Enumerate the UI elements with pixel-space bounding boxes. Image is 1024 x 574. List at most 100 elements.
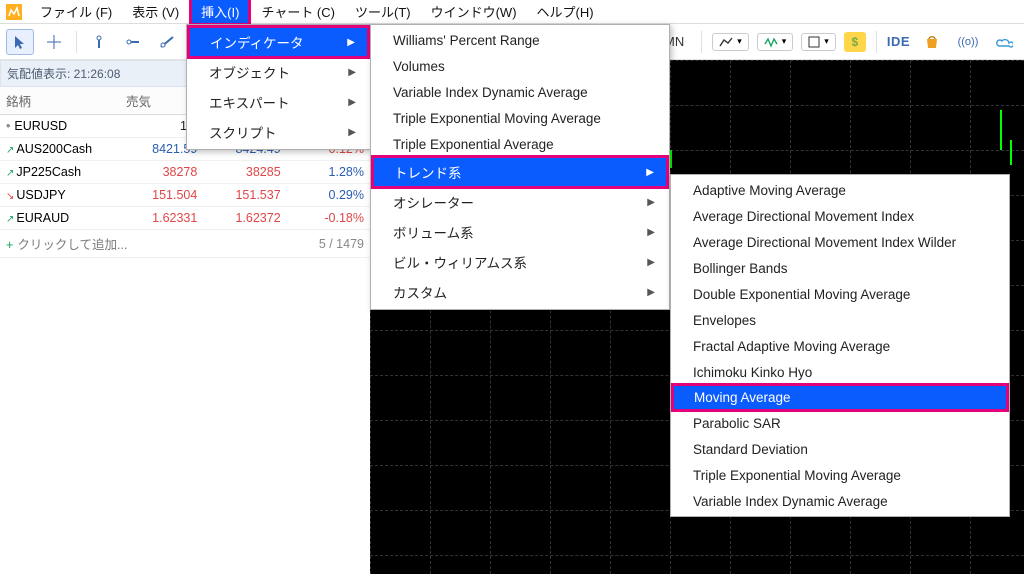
submenu-item[interactable]: ビル・ウィリアムス系 ▶: [371, 247, 669, 277]
submenu-item-label: Moving Average: [694, 390, 791, 405]
submenu-item[interactable]: Triple Exponential Moving Average: [671, 462, 1009, 488]
menu-item[interactable]: ファイル (F): [30, 0, 122, 24]
submenu-item-label: Ichimoku Kinko Hyo: [693, 365, 812, 380]
submenu-item[interactable]: カスタム ▶: [371, 277, 669, 307]
submenu-item[interactable]: スクリプト ▶: [187, 117, 370, 147]
market-icon[interactable]: [918, 29, 946, 55]
submenu-item-label: Standard Deviation: [693, 442, 808, 457]
submenu-item-label: オブジェクト: [209, 62, 290, 82]
chevron-right-icon: ▶: [348, 67, 356, 78]
chevron-right-icon: ▶: [348, 97, 356, 108]
crosshair-icon[interactable]: [40, 29, 68, 55]
submenu-item-label: Average Directional Movement Index: [693, 209, 914, 224]
submenu-item[interactable]: Triple Exponential Average: [371, 131, 669, 157]
submenu-item[interactable]: Double Exponential Moving Average: [671, 281, 1009, 307]
insert-submenu: インディケータ ▶ オブジェクト ▶ エキスパート ▶ スクリプト ▶: [186, 24, 371, 150]
submenu-item-label: Fractal Adaptive Moving Average: [693, 339, 890, 354]
chevron-right-icon: ▶: [647, 197, 655, 208]
submenu-item[interactable]: インディケータ ▶: [187, 25, 370, 59]
submenu-item[interactable]: Envelopes: [671, 307, 1009, 333]
hline-icon[interactable]: [119, 29, 147, 55]
line-chart-icon[interactable]: ▾: [712, 33, 749, 51]
submenu-item-label: Triple Exponential Average: [393, 137, 554, 152]
submenu-item-label: オシレーター: [393, 192, 474, 212]
chevron-right-icon: ▶: [646, 167, 654, 178]
submenu-item[interactable]: Variable Index Dynamic Average: [371, 79, 669, 105]
chevron-right-icon: ▶: [647, 227, 655, 238]
chevron-right-icon: ▶: [647, 257, 655, 268]
table-row[interactable]: ↗JP225Cash38278382851.28%: [0, 161, 370, 184]
menu-item[interactable]: ウインドウ(W): [421, 0, 527, 24]
submenu-item-label: Volumes: [393, 59, 445, 74]
template-icon[interactable]: ▾: [801, 33, 836, 51]
submenu-item[interactable]: Williams' Percent Range: [371, 27, 669, 53]
chevron-right-icon: ▶: [647, 287, 655, 298]
table-header[interactable]: 銘柄: [0, 87, 120, 115]
submenu-item-label: スクリプト: [209, 122, 277, 142]
submenu-item[interactable]: Triple Exponential Moving Average: [371, 105, 669, 131]
arrow-down-icon: ↘: [6, 191, 14, 202]
trendline-icon[interactable]: [153, 29, 181, 55]
indicator-submenu: Williams' Percent Range Volumes Variable I…: [370, 24, 670, 310]
menu-item[interactable]: 表示 (V): [122, 0, 189, 24]
table-row[interactable]: ↘USDJPY151.504151.5370.29%: [0, 184, 370, 207]
submenu-item-label: Adaptive Moving Average: [693, 183, 846, 198]
submenu-item-label: ビル・ウィリアムス系: [393, 252, 527, 272]
menu-item[interactable]: チャート (C): [251, 0, 345, 24]
arrow-up-icon: ↗: [6, 214, 14, 225]
arrow-up-icon: ↗: [6, 168, 14, 179]
submenu-item-label: Variable Index Dynamic Average: [393, 85, 588, 100]
submenu-item[interactable]: オシレーター ▶: [371, 187, 669, 217]
submenu-item-label: Parabolic SAR: [693, 416, 781, 431]
menu-item[interactable]: ヘルプ(H): [527, 0, 604, 24]
chevron-right-icon: ▶: [348, 127, 356, 138]
submenu-item[interactable]: Adaptive Moving Average: [671, 177, 1009, 203]
ide-button[interactable]: IDE: [887, 34, 910, 49]
submenu-item[interactable]: Volumes: [371, 53, 669, 79]
add-symbol-row[interactable]: +クリックして追加...5 / 1479: [0, 230, 370, 258]
signal-icon[interactable]: ((o)): [954, 29, 982, 55]
submenu-item-label: カスタム: [393, 282, 447, 302]
submenu-item-label: エキスパート: [209, 92, 290, 112]
toolbar-separator: [876, 31, 877, 53]
dollar-icon[interactable]: $: [844, 32, 866, 52]
table-row[interactable]: ↗EURAUD1.623311.62372-0.18%: [0, 207, 370, 230]
submenu-item-label: Envelopes: [693, 313, 756, 328]
app-logo-icon: [6, 4, 22, 20]
submenu-item-label: Triple Exponential Moving Average: [693, 468, 901, 483]
cursor-icon[interactable]: [6, 29, 34, 55]
submenu-item[interactable]: Variable Index Dynamic Average: [671, 488, 1009, 514]
chevron-right-icon: ▶: [347, 37, 355, 48]
submenu-item-label: インディケータ: [210, 32, 304, 52]
cloud-icon[interactable]: [990, 29, 1018, 55]
plus-icon: +: [6, 238, 13, 252]
submenu-item[interactable]: Average Directional Movement Index Wilde…: [671, 229, 1009, 255]
vline-icon[interactable]: [85, 29, 113, 55]
submenu-item-label: Triple Exponential Moving Average: [393, 111, 601, 126]
arrow-up-icon: ↗: [6, 145, 14, 156]
menubar: ファイル (F)表示 (V)挿入(I)チャート (C)ツール(T)ウインドウ(W…: [0, 0, 1024, 24]
submenu-item-label: Bollinger Bands: [693, 261, 788, 276]
menu-item[interactable]: 挿入(I): [189, 0, 251, 26]
submenu-item-label: Double Exponential Moving Average: [693, 287, 910, 302]
menu-item[interactable]: ツール(T): [345, 0, 421, 24]
submenu-item-label: ボリューム系: [393, 222, 474, 242]
submenu-item[interactable]: Standard Deviation: [671, 436, 1009, 462]
submenu-item[interactable]: Parabolic SAR: [671, 410, 1009, 436]
submenu-item[interactable]: Moving Average: [671, 383, 1009, 412]
submenu-item-label: トレンド系: [394, 162, 462, 182]
toolbar-separator: [76, 31, 77, 53]
submenu-item[interactable]: ボリューム系 ▶: [371, 217, 669, 247]
submenu-item[interactable]: エキスパート ▶: [187, 87, 370, 117]
submenu-item[interactable]: オブジェクト ▶: [187, 57, 370, 87]
submenu-item[interactable]: Fractal Adaptive Moving Average: [671, 333, 1009, 359]
indicator-icon[interactable]: ▾: [757, 33, 794, 51]
submenu-item[interactable]: Average Directional Movement Index: [671, 203, 1009, 229]
submenu-item-label: Average Directional Movement Index Wilde…: [693, 235, 956, 250]
trend-submenu: Adaptive Moving Average Average Direction…: [670, 174, 1010, 517]
dot-icon: •: [6, 119, 10, 133]
submenu-item[interactable]: トレンド系 ▶: [371, 155, 669, 189]
submenu-item[interactable]: Ichimoku Kinko Hyo: [671, 359, 1009, 385]
submenu-item-label: Variable Index Dynamic Average: [693, 494, 888, 509]
submenu-item[interactable]: Bollinger Bands: [671, 255, 1009, 281]
